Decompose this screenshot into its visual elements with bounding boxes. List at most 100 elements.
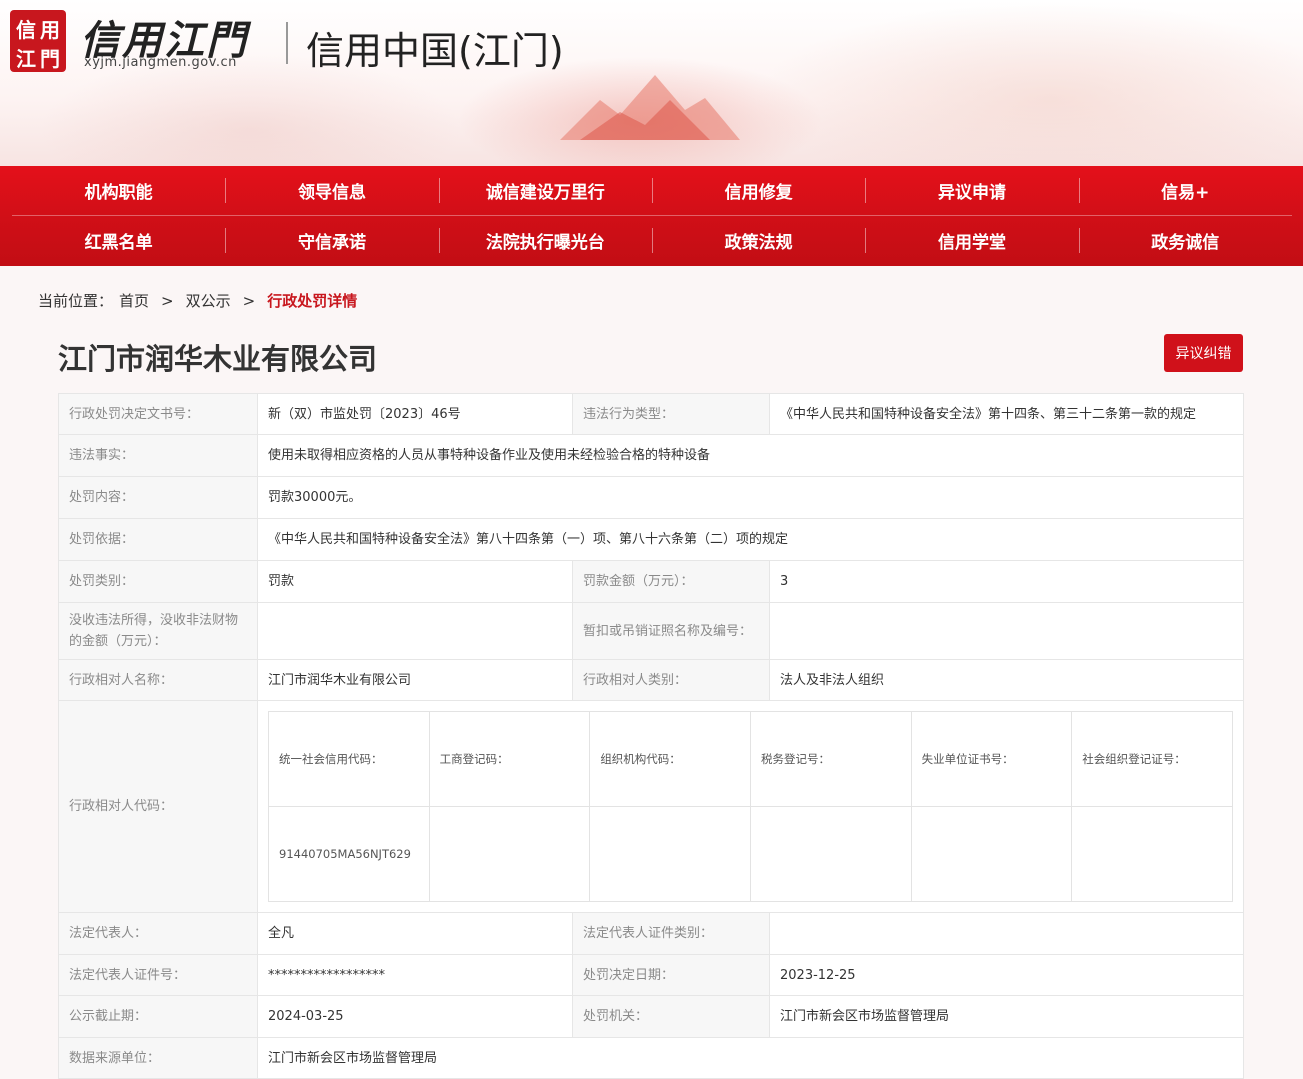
content-value: 罚款30000元。 [257,476,1244,519]
table-row: 行政相对人名称： 江门市润华木业有限公司 行政相对人类别： 法人及非法人组织 [58,659,1244,701]
publish-deadline-value: 2024-03-25 [257,995,573,1038]
nav-item-red-black-list[interactable]: 红黑名单 [12,216,225,265]
nav-item-policies-regulations[interactable]: 政策法规 [651,216,865,265]
nav-item-institution-functions[interactable]: 机构职能 [12,166,225,215]
facts-label: 违法事实： [58,434,258,477]
facts-value: 使用未取得相应资格的人员从事特种设备作业及使用未经检验合格的特种设备 [257,434,1244,477]
party-type-label: 行政相对人类别： [572,659,770,701]
nav-item-leadership-info[interactable]: 领导信息 [225,166,438,215]
codes-value-row: 91440705MA56NJT629 [268,806,1233,902]
table-row: 数据来源单位： 江门市新会区市场监督管理局 [58,1037,1244,1079]
basis-value: 《中华人民共和国特种设备安全法》第八十四条第（一）项、第八十六条第（二）项的规定 [257,518,1244,561]
legal-rep-id-value: ****************** [257,954,573,996]
legal-rep-id-type-value [769,912,1244,955]
table-row: 法定代表人证件号： ****************** 处罚决定日期： 202… [58,954,1244,996]
codes-value-unemployment-cert [910,806,1073,902]
nav-row-2: 红黑名单 守信承诺 法院执行曝光台 政策法规 信用学堂 政务诚信 [12,216,1292,265]
logo-seal-char: 用 [40,18,60,42]
party-code-label: 行政相对人代码： [58,700,258,913]
logo-seal[interactable]: 信 用 江 門 [10,10,66,72]
codes-value-business-reg [428,806,591,902]
breadcrumb-prefix: 当前位置： [38,292,114,310]
codes-header-org-code: 组织机构代码： [589,711,751,807]
nav-item-xinyi-plus[interactable]: 信易+ [1078,166,1292,215]
content-label: 处罚内容： [58,476,258,519]
codes-value-social-org-reg [1071,806,1233,902]
codes-value-uscc: 91440705MA56NJT629 [268,806,430,902]
logo-url: xyjm.jiangmen.gov.cn [84,55,237,70]
nav-item-trust-commitment[interactable]: 守信承诺 [225,216,438,265]
category-label: 处罚类别： [58,560,258,603]
party-code-cell: 统一社会信用代码： 工商登记码： 组织机构代码： 税务登记号： 失业单位证书号：… [257,700,1244,913]
company-title: 江门市润华木业有限公司 [58,342,378,376]
authority-label: 处罚机关： [572,995,770,1038]
breadcrumb-section-link[interactable]: 双公示 [186,290,231,311]
table-row: 法定代表人： 全凡 法定代表人证件类别： [58,912,1244,955]
table-row: 行政处罚决定文书号： 新（双）市监处罚〔2023〕46号 违法行为类型： 《中华… [58,393,1244,435]
license-label: 暂扣或吊销证照名称及编号： [572,602,770,660]
party-name-value: 江门市润华木业有限公司 [257,659,573,701]
legal-rep-value: 全凡 [257,912,573,955]
breadcrumb: 当前位置： 首页 > 双公示 > 行政处罚详情 [38,290,363,311]
nav-item-credit-repair[interactable]: 信用修复 [651,166,865,215]
codes-header-social-org-reg: 社会组织登记证号： [1071,711,1233,807]
legal-rep-id-label: 法定代表人证件号： [58,954,258,996]
category-value: 罚款 [257,560,573,603]
nav-item-credit-academy[interactable]: 信用学堂 [865,216,1078,265]
legal-rep-id-type-label: 法定代表人证件类别： [572,912,770,955]
violation-type-label: 违法行为类型： [572,393,770,435]
logo-seal-char: 信 [16,18,36,42]
publish-deadline-label: 公示截止期： [58,995,258,1038]
codes-header-unemployment-cert: 失业单位证书号： [910,711,1073,807]
table-row: 违法事实： 使用未取得相应资格的人员从事特种设备作业及使用未经检验合格的特种设备 [58,434,1244,477]
party-codes-table: 统一社会信用代码： 工商登记码： 组织机构代码： 税务登记号： 失业单位证书号：… [268,711,1233,902]
amount-value: 3 [769,560,1244,603]
site-title: 信用中国(江门) [306,29,564,73]
table-row: 处罚依据： 《中华人民共和国特种设备安全法》第八十四条第（一）项、第八十六条第（… [58,518,1244,561]
nav-item-government-integrity[interactable]: 政务诚信 [1078,216,1292,265]
main-nav: 机构职能 领导信息 诚信建设万里行 信用修复 异议申请 信易+ 红黑名单 守信承… [0,166,1303,266]
penalty-detail-table: 行政处罚决定文书号： 新（双）市监处罚〔2023〕46号 违法行为类型： 《中华… [58,393,1244,1079]
confiscation-label: 没收违法所得，没收非法财物的金额（万元）： [58,602,258,660]
violation-type-value: 《中华人民共和国特种设备安全法》第十四条、第三十二条第一款的规定 [769,393,1244,435]
table-row: 处罚类别： 罚款 罚款金额（万元）： 3 [58,560,1244,603]
table-row: 公示截止期： 2024-03-25 处罚机关： 江门市新会区市场监督管理局 [58,995,1244,1038]
basis-label: 处罚依据： [58,518,258,561]
objection-correction-button[interactable]: 异议纠错 [1164,334,1243,372]
codes-value-org-code [589,806,751,902]
authority-value: 江门市新会区市场监督管理局 [769,995,1244,1038]
nav-item-integrity-campaign[interactable]: 诚信建设万里行 [438,166,652,215]
source-value: 江门市新会区市场监督管理局 [257,1037,1244,1079]
nav-row-1: 机构职能 领导信息 诚信建设万里行 信用修复 异议申请 信易+ [12,166,1292,215]
legal-rep-label: 法定代表人： [58,912,258,955]
decorative-mountain-graphic [560,75,740,140]
decision-date-value: 2023-12-25 [769,954,1244,996]
breadcrumb-current: 行政处罚详情 [267,292,358,310]
decision-no-value: 新（双）市监处罚〔2023〕46号 [257,393,573,435]
amount-label: 罚款金额（万元）： [572,560,770,603]
breadcrumb-separator: > [161,291,174,310]
breadcrumb-home-link[interactable]: 首页 [119,290,149,311]
codes-header-tax-reg: 税务登记号： [749,711,912,807]
table-row: 行政相对人代码： 统一社会信用代码： 工商登记码： 组织机构代码： 税务登记号：… [58,700,1244,913]
breadcrumb-separator: > [242,291,256,310]
logo-seal-char: 江 [16,47,36,71]
table-row: 没收违法所得，没收非法财物的金额（万元）： 暂扣或吊销证照名称及编号： [58,602,1244,660]
confiscation-value [257,602,573,660]
decision-no-label: 行政处罚决定文书号： [58,393,258,435]
party-name-label: 行政相对人名称： [58,659,258,701]
site-header: 信 用 江 門 信用江門 xyjm.jiangmen.gov.cn 信用中国(江… [0,0,1303,166]
logo-seal-char: 門 [40,47,60,71]
codes-header-uscc: 统一社会信用代码： [268,711,430,807]
license-value [769,602,1244,660]
nav-item-court-exposure[interactable]: 法院执行曝光台 [438,216,652,265]
table-row: 处罚内容： 罚款30000元。 [58,476,1244,519]
codes-value-tax-reg [749,806,912,902]
source-label: 数据来源单位： [58,1037,258,1079]
logo-divider [286,22,288,64]
codes-header-row: 统一社会信用代码： 工商登记码： 组织机构代码： 税务登记号： 失业单位证书号：… [268,711,1233,807]
party-type-value: 法人及非法人组织 [769,659,1244,701]
codes-header-business-reg: 工商登记码： [428,711,591,807]
nav-item-objection-application[interactable]: 异议申请 [865,166,1078,215]
decision-date-label: 处罚决定日期： [572,954,770,996]
